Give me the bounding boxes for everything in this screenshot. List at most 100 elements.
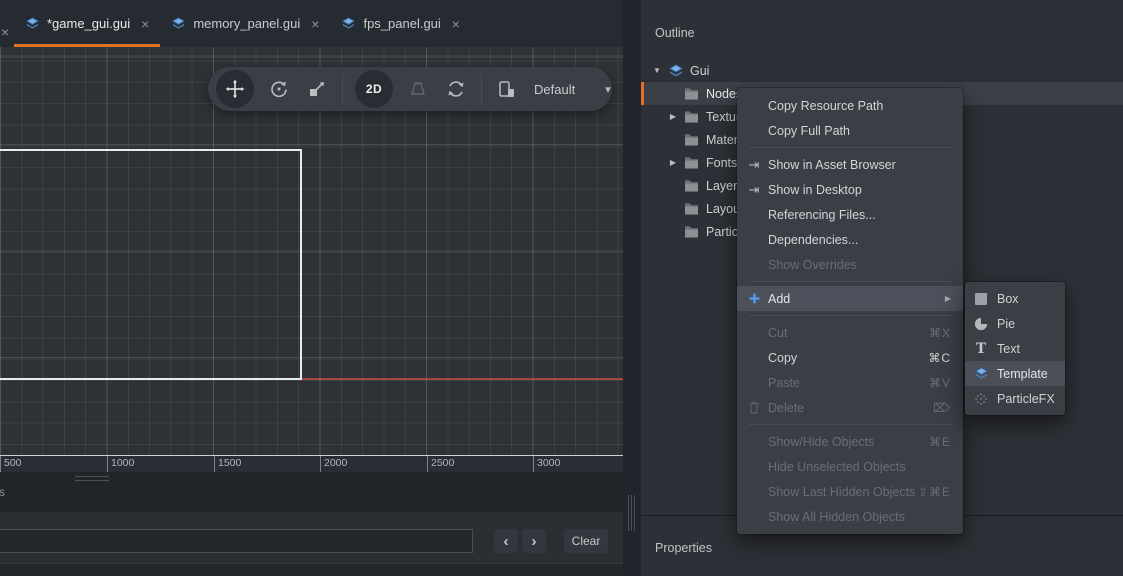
menu-item-referencing-files[interactable]: Referencing Files... (737, 202, 963, 227)
toolbar-divider (481, 74, 482, 104)
layout-selector-value[interactable]: Default (534, 82, 575, 97)
console-panel: s ‹ › Clear (0, 472, 623, 576)
find-previous-button[interactable]: ‹ (494, 529, 518, 553)
menu-item-copy[interactable]: Copy ⌘C (737, 345, 963, 370)
menu-item-add[interactable]: Add ▶ (737, 286, 963, 311)
ruler-tick: 500 (0, 456, 22, 472)
folder-icon (684, 133, 701, 146)
menu-item-dependencies[interactable]: Dependencies... (737, 227, 963, 252)
viewport-toolbar: 2D Default ▾ (208, 67, 612, 111)
folder-icon (684, 87, 701, 100)
ruler-tick: 3000 (533, 456, 560, 472)
menu-label: Show Last Hidden Objects (768, 485, 915, 499)
menu-label: Show in Asset Browser (768, 158, 896, 172)
console-search-input[interactable] (0, 529, 473, 553)
ruler-tick: 2000 (320, 456, 347, 472)
tab-label: memory_panel.gui (193, 16, 300, 31)
trash-icon (746, 401, 762, 414)
2d-mode-label: 2D (366, 82, 382, 96)
shortcut-label: ⌘C (928, 351, 951, 365)
expander-closed-icon[interactable]: ▶ (667, 158, 679, 167)
menu-label: Template (997, 367, 1048, 381)
menu-label: Cut (768, 326, 787, 340)
particlefx-icon (973, 392, 989, 406)
scale-icon (307, 79, 327, 99)
menu-label: Show in Desktop (768, 183, 862, 197)
chevron-down-icon[interactable]: ▾ (605, 83, 611, 96)
2d-mode-button[interactable]: 2D (355, 70, 393, 108)
menu-label: Show/Hide Objects (768, 435, 874, 449)
shortcut-label: ⌘E (929, 435, 951, 449)
menu-divider (749, 281, 951, 282)
tab-label: fps_panel.gui (363, 16, 440, 31)
x-axis-line (302, 378, 623, 380)
tab-fps-panel[interactable]: fps_panel.gui × (330, 0, 471, 47)
submenu-item-particlefx[interactable]: ParticleFX (965, 386, 1065, 411)
editor-left-area: × *game_gui.gui × memory_panel.gui × (0, 0, 623, 576)
menu-item-show-hide-objects: Show/Hide Objects ⌘E (737, 429, 963, 454)
panel-splitter[interactable] (623, 0, 641, 576)
menu-label: Delete (768, 401, 804, 415)
text-icon: T (973, 341, 989, 357)
menu-label: Copy (768, 351, 797, 365)
menu-item-copy-resource-path[interactable]: Copy Resource Path (737, 93, 963, 118)
tree-label: Gui (690, 64, 709, 78)
close-icon[interactable]: × (311, 17, 319, 31)
outline-panel-title: Outline (655, 26, 695, 40)
menu-item-show-overrides: Show Overrides (737, 252, 963, 277)
menu-item-delete: Delete ⌦ (737, 395, 963, 420)
template-icon (973, 366, 989, 381)
close-icon[interactable]: × (452, 17, 460, 31)
horizontal-ruler: 500 1000 1500 2000 2500 3000 (0, 455, 623, 472)
menu-divider (749, 315, 951, 316)
submenu-arrow-icon: ▶ (945, 294, 951, 303)
menu-label: Text (997, 342, 1020, 356)
menu-item-copy-full-path[interactable]: Copy Full Path (737, 118, 963, 143)
submenu-item-box[interactable]: Box (965, 286, 1065, 311)
gui-scene-bounds (0, 149, 302, 380)
submenu-item-text[interactable]: T Text (965, 336, 1065, 361)
rotate-tool-button[interactable] (266, 76, 292, 102)
menu-label: Show All Hidden Objects (768, 510, 905, 524)
tree-label: Fonts (706, 156, 737, 170)
menu-label: Copy Resource Path (768, 99, 883, 113)
close-icon[interactable]: × (141, 17, 149, 31)
menu-item-show-all-hidden: Show All Hidden Objects (737, 504, 963, 529)
vertical-drag-handle[interactable] (628, 495, 636, 531)
menu-item-show-in-asset-browser[interactable]: ⇥ Show in Asset Browser (737, 152, 963, 177)
tab-label: *game_gui.gui (47, 16, 130, 31)
reset-camera-button[interactable] (443, 76, 469, 102)
ruler-tick: 1000 (107, 456, 134, 472)
find-next-button[interactable]: › (522, 529, 546, 553)
rotate-icon (269, 79, 289, 99)
menu-item-hide-unselected: Hide Unselected Objects (737, 454, 963, 479)
submenu-item-template[interactable]: Template (965, 361, 1065, 386)
jump-to-icon: ⇥ (746, 182, 762, 198)
menu-label: Hide Unselected Objects (768, 460, 906, 474)
ruler-tick: 1500 (214, 456, 241, 472)
clipped-tab-text: s (0, 485, 5, 499)
menu-divider (749, 424, 951, 425)
menu-label: Dependencies... (768, 233, 858, 247)
perspective-camera-button[interactable] (405, 76, 431, 102)
move-tool-button[interactable] (216, 70, 254, 108)
shortcut-label: ⌘V (929, 376, 951, 390)
jump-to-icon: ⇥ (746, 157, 762, 173)
horizontal-drag-handle[interactable] (75, 476, 109, 481)
scene-viewport[interactable]: 2D Default ▾ (0, 47, 623, 455)
frustum-icon (408, 79, 428, 99)
menu-label: Show Overrides (768, 258, 857, 272)
clipped-tab-close-icon[interactable]: × (1, 25, 9, 39)
expander-open-icon[interactable]: ▼ (651, 66, 663, 75)
clear-button[interactable]: Clear (564, 529, 608, 553)
menu-item-show-in-desktop[interactable]: ⇥ Show in Desktop (737, 177, 963, 202)
tree-row-gui[interactable]: ▼ Gui (641, 59, 1123, 82)
folder-icon (684, 225, 701, 238)
scale-tool-button[interactable] (304, 76, 330, 102)
expander-closed-icon[interactable]: ▶ (667, 112, 679, 121)
menu-label: Pie (997, 317, 1015, 331)
tab-memory-panel[interactable]: memory_panel.gui × (160, 0, 330, 47)
ruler-tick: 2500 (427, 456, 454, 472)
submenu-item-pie[interactable]: Pie (965, 311, 1065, 336)
tab-game-gui[interactable]: *game_gui.gui × (14, 0, 160, 47)
